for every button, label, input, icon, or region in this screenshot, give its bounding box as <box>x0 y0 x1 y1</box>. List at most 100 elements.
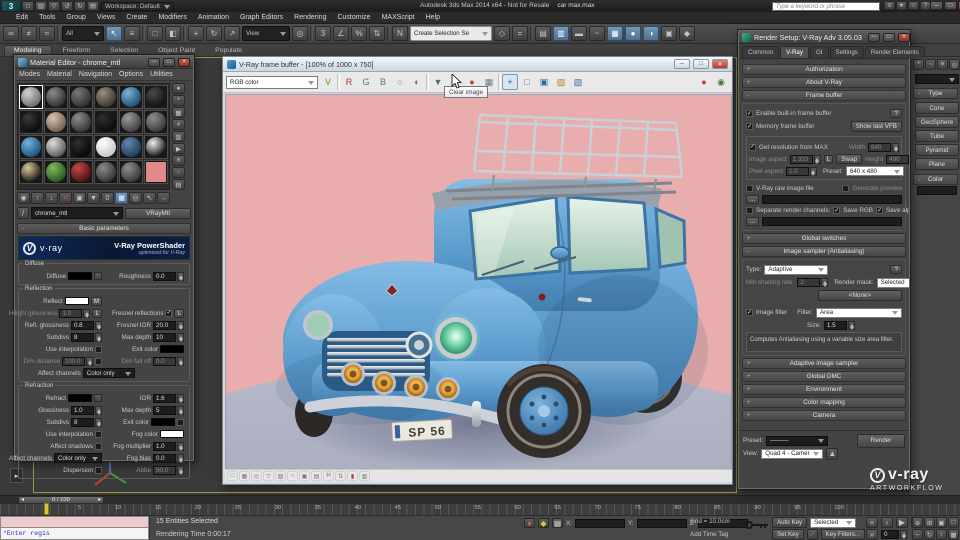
reflection-subdivs-spinner[interactable]: 8 <box>71 333 102 342</box>
diffuse-color-swatch[interactable] <box>68 272 92 280</box>
me-maximize-button[interactable]: □ <box>163 58 175 67</box>
named-selection-dropdown[interactable]: Create Selection Se <box>410 26 492 41</box>
select-by-name-icon[interactable]: ≡ <box>124 26 140 41</box>
rectangular-selection-icon[interactable]: □ <box>147 26 163 41</box>
put-to-scene-icon[interactable]: ↑ <box>31 192 44 204</box>
get-resolution-checkbox[interactable] <box>749 144 756 151</box>
workspace-dropdown[interactable]: Workspace: Default <box>101 2 174 11</box>
vfb-titlebar[interactable]: V-Ray frame buffer - [100% of 1000 x 750… <box>223 57 732 72</box>
render-setup-tab[interactable]: Common <box>742 46 779 58</box>
material-sample-slot[interactable] <box>119 160 143 184</box>
material-sample-slot[interactable] <box>69 160 93 184</box>
fresnel-ior-spinner[interactable]: 20.0 <box>153 321 184 330</box>
material-editor-icon[interactable]: ● <box>625 26 641 41</box>
stop-render-icon[interactable]: ● <box>696 74 712 90</box>
pick-material-icon[interactable]: / <box>17 207 29 219</box>
dispersion-checkbox[interactable] <box>95 467 102 474</box>
pan-view-icon[interactable]: ↔ <box>912 529 923 540</box>
image-aspect-lock-button[interactable]: L <box>824 155 834 164</box>
channels-path-field[interactable] <box>762 217 902 226</box>
me-menu-item[interactable]: Navigation <box>79 71 112 78</box>
material-type-button[interactable]: VRayMtl <box>125 208 191 219</box>
set-keys-icon[interactable]: ✓ <box>807 529 818 540</box>
height-spinner[interactable]: 480 <box>886 155 909 164</box>
selection-filter-dropdown[interactable]: All <box>62 26 104 41</box>
color-correction-icon[interactable]: ▨ <box>553 74 569 90</box>
memory-frame-buffer-checkbox[interactable] <box>746 123 753 130</box>
backlight-icon[interactable]: * <box>172 95 185 106</box>
material-sample-slot[interactable] <box>119 85 143 109</box>
reference-coordinate-dropdown[interactable]: View <box>242 26 290 41</box>
menu-item[interactable]: Views <box>97 14 116 21</box>
save-alpha-checkbox[interactable] <box>876 207 883 214</box>
roughness-spinner[interactable]: 0.0 <box>153 272 184 281</box>
menu-item[interactable]: Graph Editors <box>240 14 283 21</box>
me-menu-item[interactable]: Material <box>47 71 72 78</box>
reflection-max-depth-spinner[interactable]: 10 <box>153 333 184 342</box>
fresnel-lock-button[interactable]: L <box>174 309 184 318</box>
resolution-preset-dropdown[interactable]: 640 x 480 <box>846 166 904 176</box>
refraction-max-depth-spinner[interactable]: 5 <box>153 406 184 415</box>
play-animation-icon[interactable]: ▶ <box>896 517 908 528</box>
reset-map-icon[interactable]: ✕ <box>59 192 72 204</box>
show-map-in-viewport-icon[interactable]: ▦ <box>115 192 128 204</box>
motion-tab-icon[interactable]: ◎ <box>949 59 960 70</box>
filter-dropdown[interactable]: Area <box>816 308 902 318</box>
zoom-extents-icon[interactable]: ▣ <box>936 517 947 528</box>
sampler-help-button[interactable]: ? <box>890 265 902 274</box>
compare-region-icon[interactable]: □ <box>227 471 238 481</box>
material-sample-slot[interactable] <box>144 160 168 184</box>
pixel-aspect-spinner[interactable]: 1.0 <box>786 167 817 176</box>
material-sample-slot[interactable] <box>144 135 168 159</box>
material-sample-slot[interactable] <box>69 110 93 134</box>
save-file-icon[interactable]: ▽ <box>48 1 60 11</box>
refraction-exit-color-swatch[interactable] <box>151 418 175 426</box>
mirror-icon[interactable]: ◇ <box>494 26 510 41</box>
set-key-button[interactable]: Set Key <box>772 529 804 540</box>
options-icon[interactable]: ≡ <box>172 155 185 166</box>
current-frame-marker[interactable] <box>44 503 49 515</box>
render-setup-titlebar[interactable]: Render Setup: V-Ray Adv 3.05.03 ─ □ ✕ <box>739 31 909 44</box>
absolute-mode-icon[interactable]: ▦ <box>552 518 563 528</box>
raw-file-browse-button[interactable]: ... <box>746 195 759 204</box>
put-to-library-icon[interactable]: ▼ <box>87 192 100 204</box>
curve-editor-icon[interactable]: ~ <box>589 26 605 41</box>
show-last-vfb-button[interactable]: Show last VFB <box>851 121 902 132</box>
red-channel-icon[interactable]: R <box>341 74 357 90</box>
exposure-icon[interactable]: ▨ <box>275 471 286 481</box>
render-setup-tab[interactable]: Settings <box>830 46 864 58</box>
material-sample-slot[interactable] <box>94 135 118 159</box>
auto-key-button[interactable]: Auto Key <box>772 517 807 528</box>
project-folder-icon[interactable]: ▤ <box>87 1 99 11</box>
go-to-parent-icon[interactable]: ↖ <box>143 192 156 204</box>
me-minimize-button[interactable]: ─ <box>148 58 160 67</box>
render-mask-dropdown[interactable]: Selected <box>877 278 909 288</box>
spinner-snap-icon[interactable]: ⇅ <box>369 26 385 41</box>
select-and-move-icon[interactable]: + <box>188 26 204 41</box>
communication-icon[interactable]: ☆ <box>908 1 919 10</box>
material-sample-slot[interactable] <box>94 110 118 134</box>
me-menu-item[interactable]: Options <box>119 71 143 78</box>
raw-file-path-field[interactable] <box>762 195 902 204</box>
separate-channels-checkbox[interactable] <box>746 207 753 214</box>
primitive-button[interactable]: Pyramid <box>915 144 959 156</box>
select-and-rotate-icon[interactable]: ↻ <box>206 26 222 41</box>
refraction-glossiness-spinner[interactable]: 1.0 <box>71 406 102 415</box>
rs-close-button[interactable]: ✕ <box>898 33 910 42</box>
affect-shadows-checkbox[interactable] <box>95 443 102 450</box>
material-sample-slot[interactable] <box>19 135 43 159</box>
sampler-type-dropdown[interactable]: Adaptive <box>764 265 828 275</box>
refraction-affect-channels-dropdown[interactable]: Color only <box>54 453 102 463</box>
green-channel-icon[interactable]: G <box>358 74 374 90</box>
menu-item[interactable]: Tools <box>39 14 55 21</box>
toggle-scene-explorer-icon[interactable]: ▤ <box>535 26 551 41</box>
dim-distance-checkbox[interactable] <box>95 358 102 365</box>
fresnel-reflections-checkbox[interactable] <box>165 310 172 317</box>
sample-uv-tiling-icon[interactable]: # <box>172 119 185 130</box>
image-filter-checkbox[interactable] <box>746 309 753 316</box>
menu-item[interactable]: Rendering <box>294 14 326 21</box>
rgb-preview-icon[interactable]: ▮ <box>347 471 358 481</box>
toggle-layer-explorer-icon[interactable]: ▥ <box>553 26 569 41</box>
raw-image-file-checkbox[interactable] <box>746 185 753 192</box>
geometry-category-dropdown[interactable] <box>915 74 959 84</box>
